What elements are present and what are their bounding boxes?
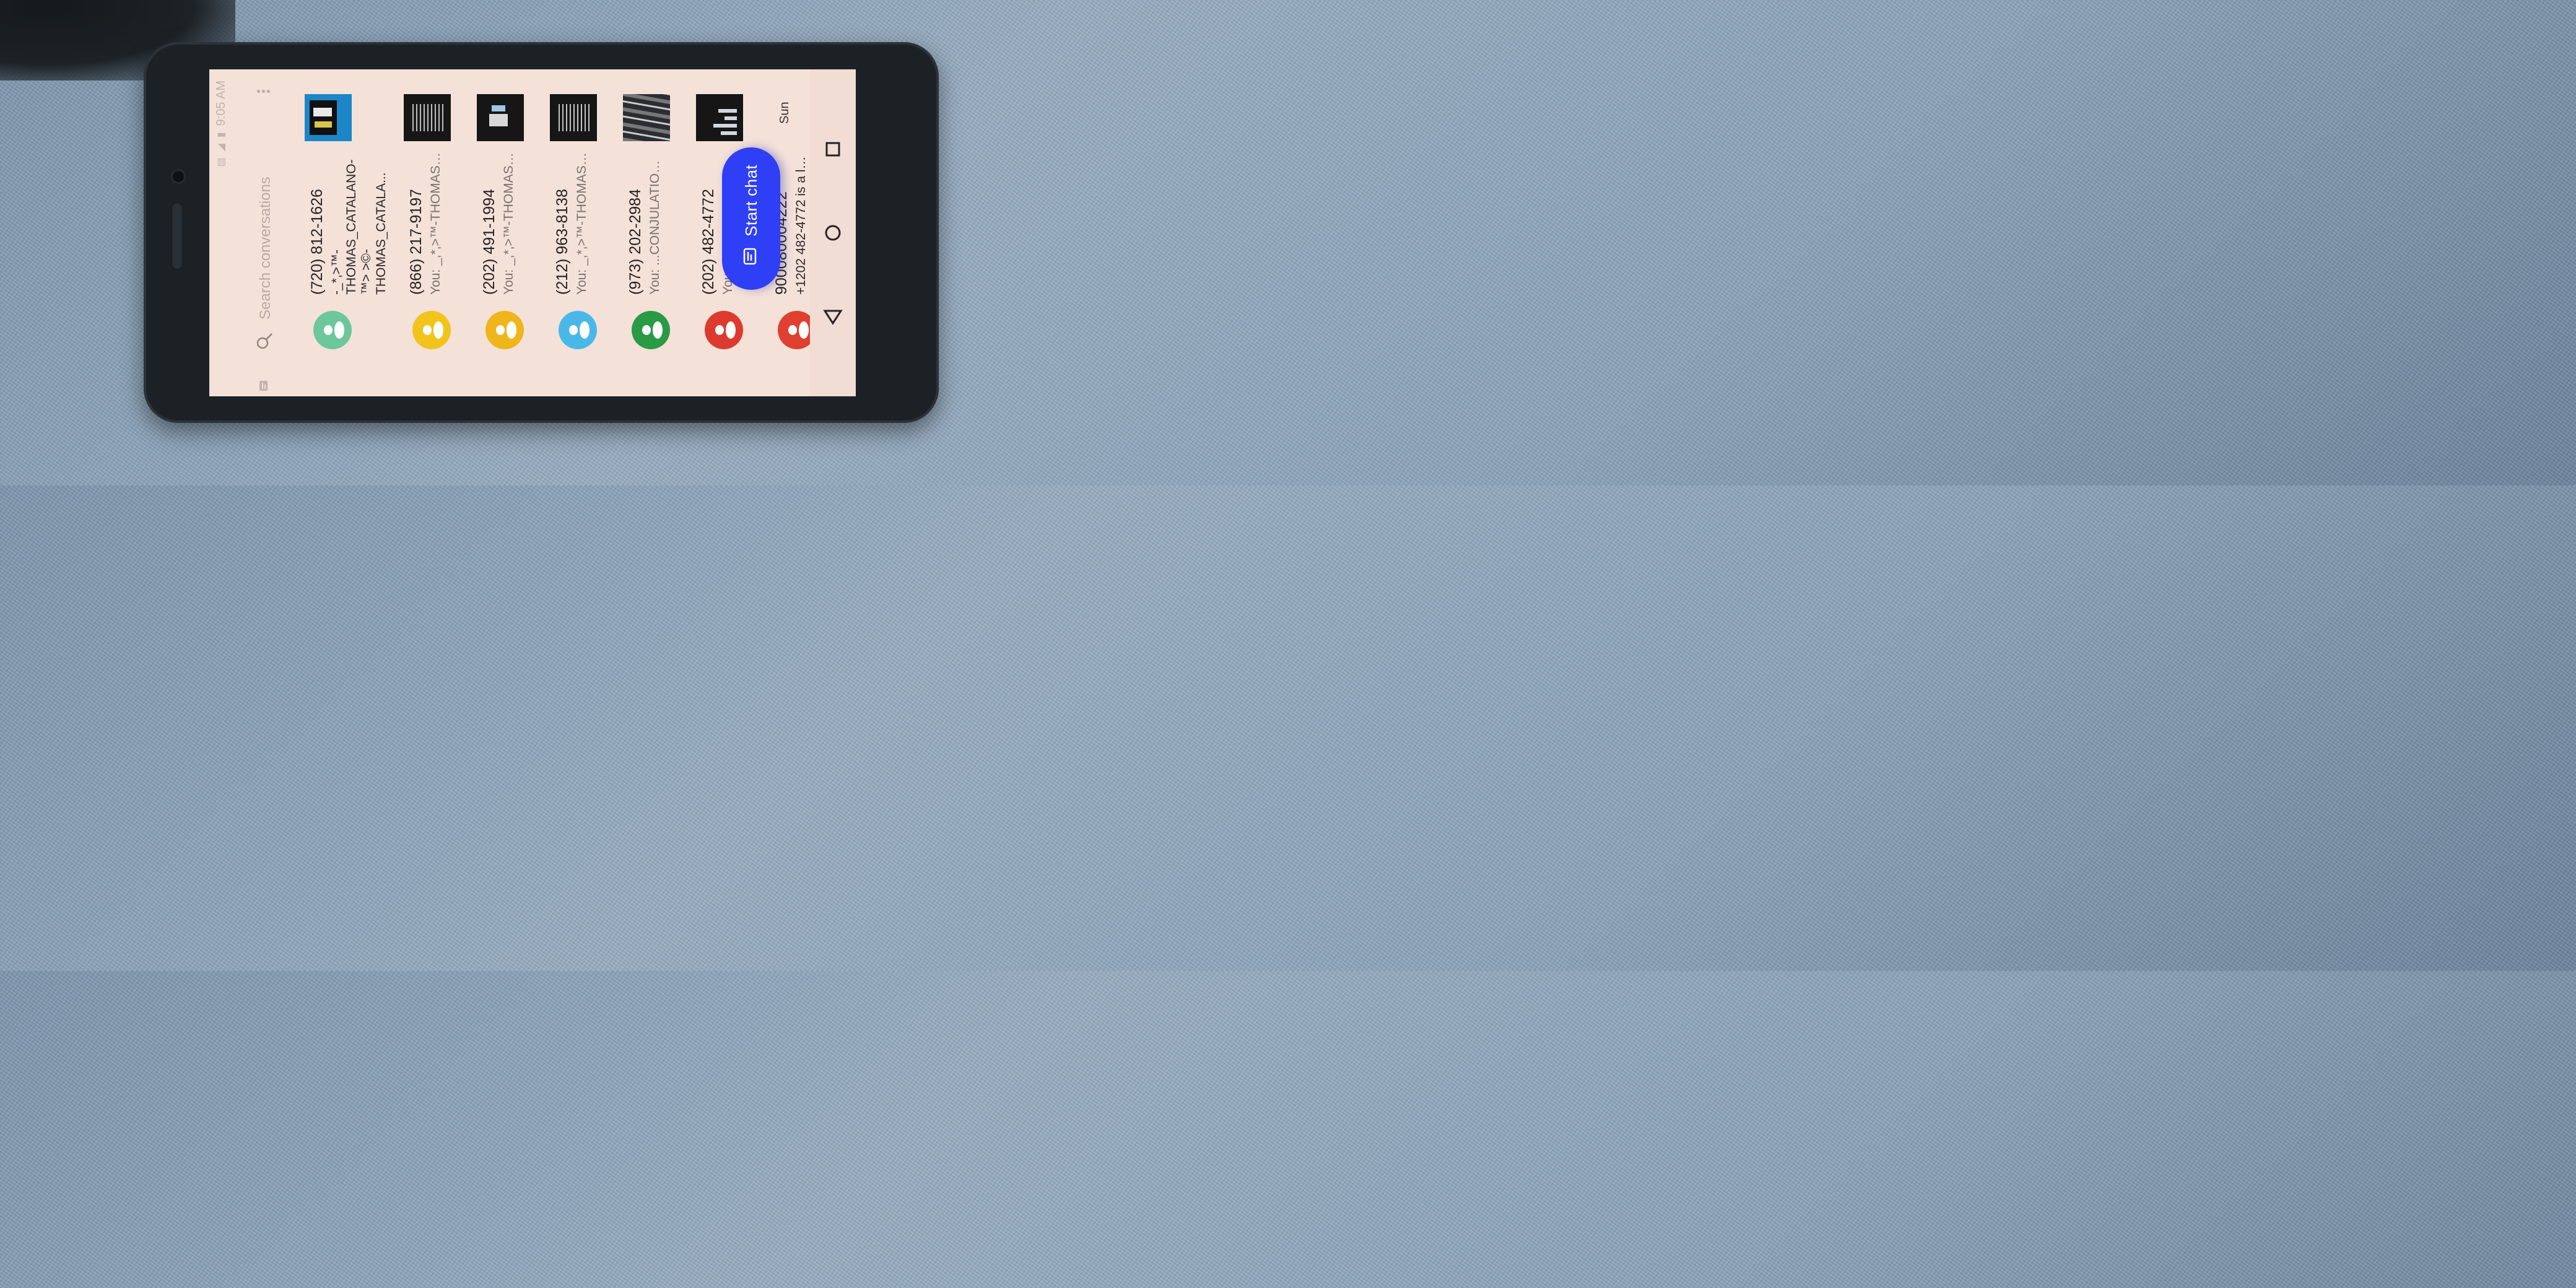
conversation-snippet: -_*,>™-THOMAS_CATALANO-™> >©-THOMAS_CATA…	[329, 159, 388, 295]
conversation-item[interactable]: (866) 217-9197 You: _,*,>™-THOMAS_...	[401, 69, 474, 396]
media-thumbnail	[550, 94, 597, 141]
avatar	[412, 311, 451, 349]
media-thumbnail	[404, 94, 451, 141]
chat-icon	[743, 248, 757, 265]
navigation-bar	[810, 69, 856, 396]
home-icon[interactable]	[821, 221, 845, 245]
search-input[interactable]	[253, 120, 279, 321]
back-icon[interactable]	[821, 305, 845, 328]
status-time: 9:05 AM	[214, 80, 228, 126]
conversation-snippet: You: _,*,>™-THOMAS_...	[575, 152, 589, 295]
signal-icon: ◢	[216, 144, 227, 152]
recents-icon[interactable]	[821, 137, 845, 161]
person-icon	[423, 321, 443, 339]
media-thumbnail	[477, 94, 524, 141]
media-thumbnail	[623, 94, 670, 141]
message-icon	[259, 381, 268, 391]
conversation-name: (202) 491-1994	[481, 189, 498, 295]
conversation-item[interactable]: (720) 812-1626 -_*,>™-THOMAS_CATALANO-™>…	[302, 69, 388, 396]
battery-icon: ▮	[216, 132, 227, 138]
start-chat-label: Start chat	[741, 164, 760, 237]
person-icon	[642, 321, 663, 339]
person-icon	[715, 321, 736, 339]
conversation-snippet: You: _,*,>™-THOMAS_...	[502, 152, 516, 295]
messages-app: ▤ ◢ ▮ 9:05 AM (720) 812-1626 -_*,	[209, 69, 856, 396]
start-chat-button[interactable]: Start chat	[722, 147, 780, 290]
conversation-name: (720) 812-1626	[308, 189, 326, 295]
more-vert-icon[interactable]	[255, 87, 275, 97]
phone-screen: ▤ ◢ ▮ 9:05 AM (720) 812-1626 -_*,	[209, 69, 856, 396]
conversation-snippet: +1202 482-4772 is a landli	[794, 152, 808, 295]
status-bar: ▤ ◢ ▮ 9:05 AM	[209, 69, 233, 396]
search-bar[interactable]	[246, 69, 284, 396]
avatar	[705, 311, 743, 349]
conversation-item[interactable]: (202) 491-1994 You: _,*,>™-THOMAS_...	[474, 69, 547, 396]
avatar	[485, 311, 524, 349]
avatar	[632, 311, 670, 349]
phone-earpiece	[171, 202, 183, 270]
avatar	[559, 311, 597, 349]
person-icon	[324, 321, 344, 339]
search-icon[interactable]	[255, 332, 274, 350]
conversation-name: (202) 482-4772	[700, 189, 717, 295]
conversation-snippet: You: ...CONJULATION ...	[648, 152, 662, 295]
conversation-snippet: You: _,*,>™-THOMAS_...	[429, 152, 443, 295]
front-camera	[173, 171, 184, 182]
conversation-time: Sun	[778, 102, 791, 124]
conversation-name: (866) 217-9197	[407, 189, 425, 295]
conversation-item[interactable]: (973) 202-2984 You: ...CONJULATION ...	[620, 69, 694, 396]
media-thumbnail	[696, 94, 743, 141]
vibrate-icon: ▤	[216, 157, 227, 167]
media-thumbnail	[305, 94, 352, 141]
conversation-item[interactable]: (212) 963-8138 You: _,*,>™-THOMAS_...	[547, 69, 620, 396]
person-icon	[496, 321, 516, 339]
person-icon	[788, 321, 809, 339]
conversation-name: (212) 963-8138	[554, 189, 571, 295]
person-icon	[569, 321, 590, 339]
conversation-name: (973) 202-2984	[627, 189, 644, 295]
avatar	[313, 311, 352, 349]
